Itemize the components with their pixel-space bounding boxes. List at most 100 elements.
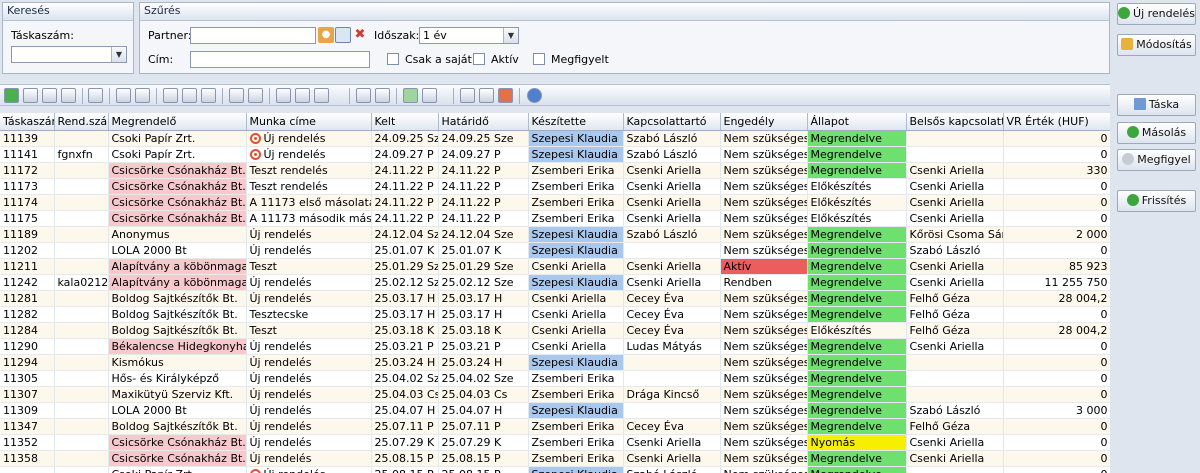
cell-text: 25.01.07 K xyxy=(374,243,435,257)
cell-text: Teszt rendelés xyxy=(249,179,328,193)
column-header[interactable]: Munka címe xyxy=(246,113,372,131)
column-header[interactable]: Táskaszám xyxy=(0,113,55,131)
column-header[interactable]: VR Érték (HUF) xyxy=(1003,113,1110,131)
column-header[interactable]: Megrendelő xyxy=(108,113,247,131)
cell-text: 25.02.12 Sze xyxy=(374,275,438,289)
chevron-down-icon[interactable]: ▼ xyxy=(503,28,518,43)
collapse-icon[interactable] xyxy=(116,88,131,103)
table-row[interactable]: 11202 LOLA 2000 Bt Új rendelés 25.01.07 K 25… xyxy=(0,242,1110,259)
copy-button[interactable]: Másolás xyxy=(1117,122,1196,144)
chevron-down-icon[interactable]: ▼ xyxy=(111,47,126,62)
watched-checkbox[interactable] xyxy=(533,53,545,65)
table-row[interactable]: 11290 Békalencse Hidegkonyha Bt.Új rendel… xyxy=(0,338,1110,355)
rows-icon[interactable] xyxy=(201,88,216,103)
table-row[interactable]: 11173 Csicsörke Csónakház Bt. Teszt rendel… xyxy=(0,178,1110,195)
bag-button[interactable]: Táska xyxy=(1117,94,1196,116)
table-row[interactable]: 11307 Maxikütyü Szerviz Kft. Új rendelés 25… xyxy=(0,386,1110,403)
table-cell xyxy=(623,242,721,259)
person-icon[interactable]: ● xyxy=(318,27,334,43)
copy-icon[interactable] xyxy=(356,88,371,103)
column-header[interactable]: Állapot xyxy=(807,113,907,131)
title-input[interactable] xyxy=(190,51,370,68)
table-row[interactable]: 11139 Csoki Papír Zrt. Új rendelés 24.09.25… xyxy=(0,130,1110,147)
expand-icon[interactable] xyxy=(135,88,150,103)
table-cell: Nem szükséges xyxy=(720,146,808,163)
table-row[interactable]: 11211 Alapítvány a köbönmaga Teszt 25.01.29… xyxy=(0,258,1110,275)
table-row[interactable]: 11189 Anonymus Új rendelés 24.12.04 Sze24.1… xyxy=(0,226,1110,243)
partner-input[interactable] xyxy=(190,27,316,44)
column-header[interactable]: Készítette xyxy=(528,113,624,131)
new-order-button[interactable]: Új rendelés xyxy=(1117,3,1196,25)
period-select[interactable]: 1 év ▼ xyxy=(419,27,519,44)
binoculars-icon[interactable] xyxy=(295,88,310,103)
filter-icon[interactable] xyxy=(276,88,291,103)
column-header[interactable]: Engedély xyxy=(720,113,808,131)
print-preview-icon[interactable] xyxy=(375,88,390,103)
help-icon[interactable] xyxy=(527,88,542,103)
add-row-icon[interactable] xyxy=(403,88,418,103)
table-row[interactable]: 11242 kala0212 Alapítvány a köbönmaga Új re… xyxy=(0,274,1110,291)
cell-text: Aktív xyxy=(723,259,752,273)
table-row[interactable]: 11172 Csicsörke Csónakház Bt. Teszt rendel… xyxy=(0,162,1110,179)
cell-text: 11281 xyxy=(3,291,38,305)
table-row[interactable]: 11284 Boldog Sajtkészítők Bt. Teszt 25.03.1… xyxy=(0,322,1110,339)
table-cell: Szepesi Klaudia xyxy=(528,226,624,243)
refresh-button[interactable]: Frissítés xyxy=(1117,190,1196,212)
print-icon[interactable] xyxy=(61,88,76,103)
table-row[interactable]: 11305 Hős- és Királyképző Új rendelés 25.04… xyxy=(0,370,1110,387)
layout-icon[interactable] xyxy=(163,88,178,103)
cell-text: Zsemberi Erika xyxy=(531,371,615,385)
column-header[interactable]: Rend.szám xyxy=(54,113,109,131)
table-row[interactable]: Csoki Papír Zrt. Új rendelés 25.08.15 P 25.… xyxy=(0,466,1110,473)
table-row[interactable]: 11281 Boldog Sajtkészítők Bt. Új rendelés 2… xyxy=(0,290,1110,307)
task-number-combo[interactable]: ▼ xyxy=(11,46,127,63)
table-row[interactable]: 11309 LOLA 2000 Bt Új rendelés 25.04.07 H 25… xyxy=(0,402,1110,419)
undo-icon[interactable] xyxy=(460,88,475,103)
table-row[interactable]: 11175 Csicsörke Csónakház Bt. A 11173 máso… xyxy=(0,210,1110,227)
table-row[interactable]: 11358 Csicsörke Csónakház Bt. Új rendelés 2… xyxy=(0,450,1110,467)
table-row[interactable]: 11294 Kismókus Új rendelés 25.03.24 H 25.03.… xyxy=(0,354,1110,371)
cell-text: kala0212 xyxy=(57,275,108,289)
refresh-icon[interactable] xyxy=(4,88,19,103)
window-icon[interactable] xyxy=(335,27,351,43)
cell-text: Csenki Ariella xyxy=(909,451,985,465)
active-checkbox[interactable] xyxy=(473,53,485,65)
column-header[interactable]: Határidő xyxy=(438,113,529,131)
cell-text: Új rendelés xyxy=(249,355,312,369)
zoom-icon[interactable] xyxy=(23,88,38,103)
table-row[interactable]: 11347 Boldog Sajtkészítők Bt. Új rendelés 2… xyxy=(0,418,1110,435)
table-cell: 11284 xyxy=(0,322,55,339)
table-row[interactable]: 11174 Csicsörke Csónakház Bt. A 11173 első… xyxy=(0,194,1110,211)
cell-text: Csicsörke Csónakház Bt. xyxy=(111,451,246,465)
watch-button[interactable]: Megfigyel xyxy=(1117,149,1196,171)
only-own-checkbox[interactable] xyxy=(387,53,399,65)
export-icon[interactable] xyxy=(88,88,103,103)
table-row[interactable]: 11141 fgnxfn Csoki Papír Zrt. Új rendelés 24… xyxy=(0,146,1110,163)
table-cell: 25.02.12 Sze xyxy=(371,274,439,291)
modify-button[interactable]: Módosítás xyxy=(1117,34,1196,56)
paste-icon[interactable] xyxy=(479,88,494,103)
user-icon[interactable] xyxy=(314,88,329,103)
table-cell: Szabó László xyxy=(906,242,1004,259)
cell-text: Megrendelve xyxy=(810,387,882,401)
table-cell: Megrendelve xyxy=(807,274,907,291)
clear-icon[interactable]: ✖ xyxy=(352,27,368,43)
cell-text: Szepesi Klaudia xyxy=(531,403,618,417)
cell-text: Kismókus xyxy=(111,355,164,369)
stop-icon[interactable] xyxy=(498,88,513,103)
find-icon[interactable] xyxy=(42,88,57,103)
column-header[interactable]: Kapcsolattartó xyxy=(623,113,721,131)
folder-icon[interactable] xyxy=(422,88,437,103)
column-header[interactable]: Kelt xyxy=(371,113,439,131)
table-row[interactable]: 11282 Boldog Sajtkészítők Bt. Tesztecske 25… xyxy=(0,306,1110,323)
sort-icon[interactable] xyxy=(229,88,244,103)
table-cell: 25.01.29 Sze xyxy=(371,258,439,275)
column-header[interactable]: Belsős kapcsolattartó xyxy=(906,113,1004,131)
watched-label: Megfigyelt xyxy=(551,53,609,66)
columns-icon[interactable] xyxy=(182,88,197,103)
cell-text: 11284 xyxy=(3,323,38,337)
cell-text: 0 xyxy=(1100,243,1108,257)
color-grid-icon[interactable] xyxy=(248,88,263,103)
cell-text: Nem szükséges xyxy=(723,179,807,193)
table-row[interactable]: 11352 Csicsörke Csónakház Bt. Új rendelés 2… xyxy=(0,434,1110,451)
